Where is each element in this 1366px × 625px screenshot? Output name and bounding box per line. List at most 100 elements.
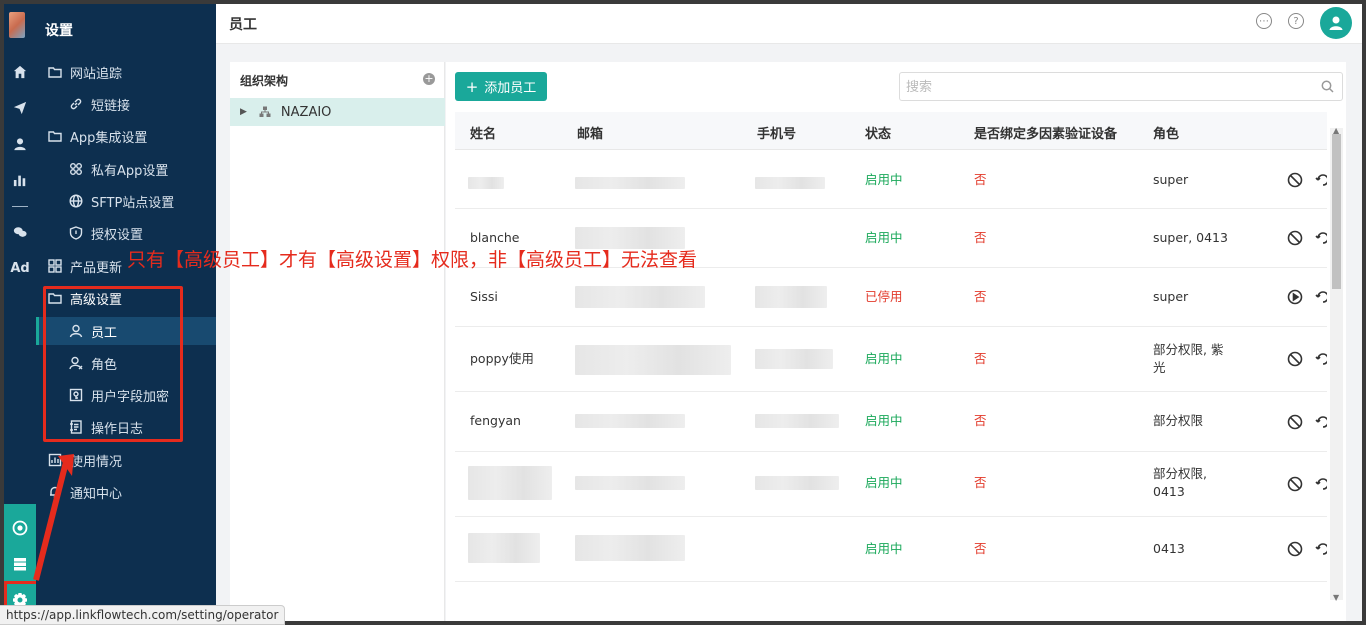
grid-icon	[48, 259, 62, 273]
sidebar-item-short-links[interactable]: 短链接	[36, 90, 216, 118]
redacted-email	[575, 177, 685, 189]
column-header-email[interactable]: 邮箱	[577, 123, 603, 142]
table-scrollbar[interactable]: ▲ ▼	[1330, 126, 1343, 602]
sidebar-item-sftp[interactable]: SFTP站点设置	[36, 187, 216, 215]
sidebar-item-authorization[interactable]: 授权设置	[36, 219, 216, 247]
expand-caret-icon[interactable]: ▶	[240, 107, 247, 117]
column-header-mfa[interactable]: 是否绑定多因素验证设备	[974, 123, 1117, 142]
wechat-icon[interactable]	[4, 220, 36, 244]
disable-icon[interactable]	[1287, 230, 1303, 246]
redacted-email	[575, 286, 705, 308]
apps-icon	[69, 162, 83, 176]
scrollbar-thumb[interactable]	[1332, 134, 1341, 289]
mfa-value: 否	[974, 230, 987, 245]
redacted-email	[575, 476, 685, 490]
add-department-icon[interactable]: +	[423, 73, 435, 85]
role-value: 部分权限, 0413	[1153, 466, 1207, 499]
reset-icon[interactable]	[1315, 476, 1327, 492]
status-badge: 已停用	[865, 289, 903, 304]
employee-name: poppy使用	[470, 351, 534, 366]
org-root-label: NAZAIO	[280, 104, 332, 120]
enable-icon[interactable]	[1287, 289, 1303, 305]
annotation-text: 只有【高级员工】才有【高级设置】权限，非【高级员工】无法查看	[127, 249, 698, 271]
status-badge: 启用中	[865, 541, 903, 556]
table-row[interactable]: 启用中 否 super	[455, 151, 1327, 209]
bar-chart-icon[interactable]	[4, 168, 36, 192]
redacted-phone	[755, 286, 827, 308]
org-tree-icon	[259, 106, 271, 118]
search-input[interactable]	[906, 77, 1306, 97]
mfa-value: 否	[974, 351, 987, 366]
shield-icon	[69, 226, 83, 240]
redacted-phone	[755, 349, 833, 369]
sidebar-item-private-app[interactable]: 私有App设置	[36, 155, 216, 183]
disable-icon[interactable]	[1287, 172, 1303, 188]
status-badge: 启用中	[865, 172, 903, 187]
role-value: 0413	[1153, 541, 1185, 556]
redacted-email	[575, 414, 685, 428]
reset-icon[interactable]	[1315, 414, 1327, 430]
add-employee-button[interactable]: + 添加员工	[455, 72, 547, 101]
send-icon[interactable]	[4, 96, 36, 120]
mfa-value: 否	[974, 541, 987, 556]
status-badge: 启用中	[865, 475, 903, 490]
disable-icon[interactable]	[1287, 541, 1303, 557]
org-panel-title: 组织架构	[240, 74, 289, 88]
folder-icon	[48, 129, 62, 143]
mfa-value: 否	[974, 475, 987, 490]
folder-icon	[48, 65, 62, 79]
status-url-bar: https://app.linkflowtech.com/setting/ope…	[0, 605, 286, 625]
avatar[interactable]	[1320, 7, 1352, 39]
status-badge: 启用中	[865, 230, 903, 245]
disable-icon[interactable]	[1287, 476, 1303, 492]
search-icon[interactable]	[1321, 80, 1334, 93]
role-value: super	[1153, 172, 1189, 187]
role-value: 部分权限, 紫光	[1153, 342, 1224, 375]
sidebar-title: 设置	[45, 23, 73, 39]
table-row[interactable]: 启用中 否 0413	[455, 517, 1327, 582]
org-structure-panel: 组织架构 + ▶ NAZAIO	[230, 62, 445, 621]
column-header-status[interactable]: 状态	[865, 123, 891, 142]
annotation-arrow	[33, 454, 74, 581]
search-box[interactable]	[899, 72, 1343, 101]
redacted-email	[575, 345, 731, 375]
role-value: super, 0413	[1153, 230, 1228, 245]
redacted-phone	[755, 177, 825, 189]
page-title: 员工	[229, 17, 257, 33]
message-icon[interactable]: ⋯	[1256, 13, 1272, 29]
role-value: super	[1153, 289, 1189, 304]
sidebar-item-website-tracking[interactable]: 网站追踪	[36, 58, 216, 86]
brand-logo[interactable]	[9, 12, 25, 38]
ad-icon[interactable]: Ad	[4, 256, 36, 280]
table-header: 姓名 邮箱 手机号 状态 是否绑定多因素验证设备 角色	[455, 112, 1327, 150]
reset-icon[interactable]	[1315, 289, 1327, 305]
org-tree-root[interactable]: ▶ NAZAIO	[230, 98, 445, 126]
redacted-name	[468, 466, 552, 500]
table-row[interactable]: poppy使用 启用中 否 部分权限, 紫光	[455, 327, 1327, 392]
table-row[interactable]: fengyan 启用中 否 部分权限	[455, 392, 1327, 452]
reset-icon[interactable]	[1315, 230, 1327, 246]
advanced-settings-highlight-box	[43, 286, 183, 442]
disable-icon[interactable]	[1287, 414, 1303, 430]
table-row[interactable]: 启用中 否 部分权限, 0413	[455, 452, 1327, 517]
column-header-role[interactable]: 角色	[1153, 123, 1179, 142]
status-badge: 启用中	[865, 413, 903, 428]
top-bar: 员工 ⋯ ?	[216, 4, 1362, 44]
disable-icon[interactable]	[1287, 351, 1303, 367]
column-header-name[interactable]: 姓名	[470, 123, 496, 142]
employee-name: fengyan	[470, 413, 521, 428]
redacted-email	[575, 535, 685, 561]
user-icon[interactable]	[4, 132, 36, 156]
help-icon[interactable]: ?	[1288, 13, 1304, 29]
reset-icon[interactable]	[1315, 172, 1327, 188]
table-row[interactable]: Sissi 已停用 否 super	[455, 268, 1327, 327]
home-icon[interactable]	[4, 60, 36, 84]
column-header-phone[interactable]: 手机号	[757, 123, 796, 142]
mfa-value: 否	[974, 172, 987, 187]
reset-icon[interactable]	[1315, 541, 1327, 557]
scroll-down-icon[interactable]: ▼	[1333, 593, 1339, 602]
status-badge: 启用中	[865, 351, 903, 366]
sidebar-item-app-integration[interactable]: App集成设置	[36, 122, 216, 150]
reset-icon[interactable]	[1315, 351, 1327, 367]
app-window: Ad 设置 网站追踪 短链接 App集成设置 私有App设置 SFTP站点设置	[4, 4, 1362, 621]
